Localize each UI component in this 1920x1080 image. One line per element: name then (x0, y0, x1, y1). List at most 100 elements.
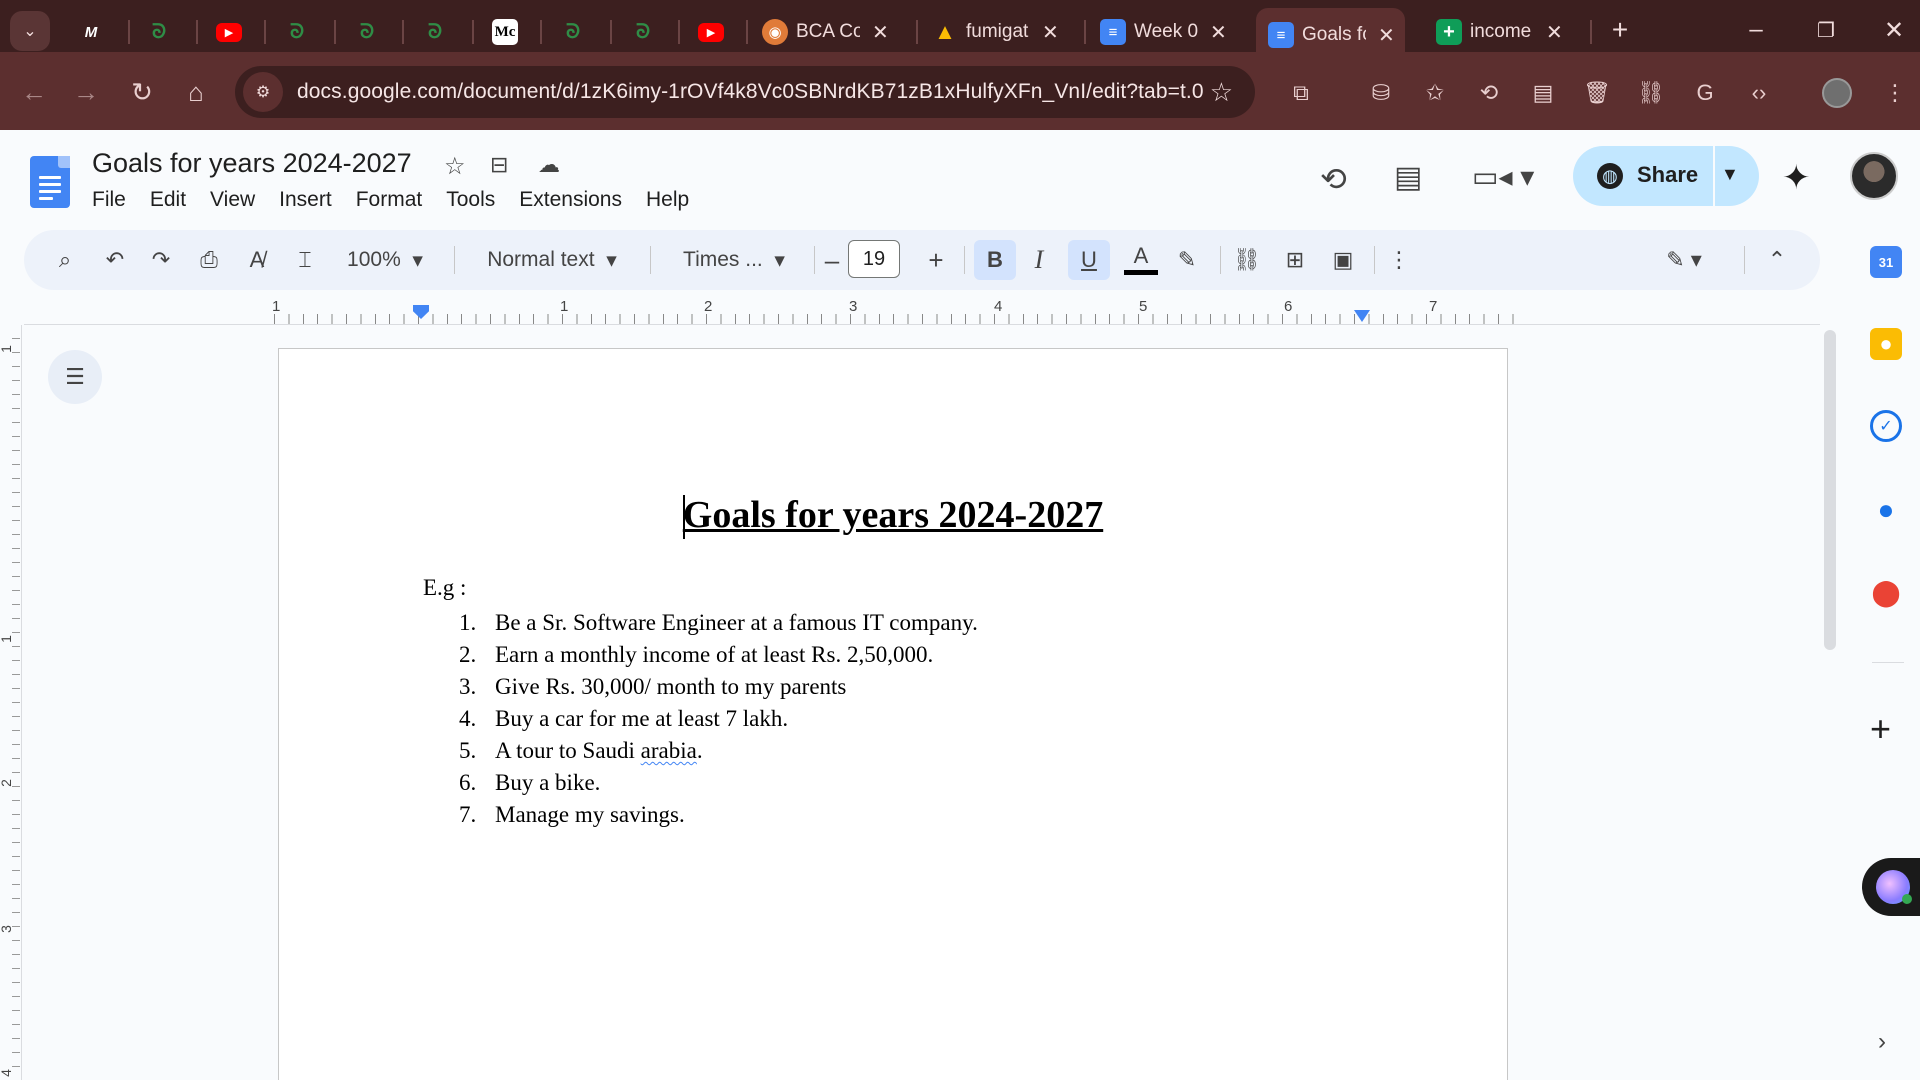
document-page[interactable]: Goals for years 2024-2027 E.g : 1. Be a S… (278, 348, 1508, 1080)
tab-drive[interactable]: ▲ fumigat ✕ (932, 10, 1059, 54)
style-select[interactable]: Normal text ▾ (470, 244, 634, 276)
highlight-color-icon[interactable]: ✎ (1168, 244, 1206, 276)
document-title[interactable]: Goals for years 2024-2027 (92, 148, 412, 179)
chevron-down-icon[interactable]: ▼ (1721, 164, 1739, 185)
star-icon[interactable]: ☆ (444, 152, 466, 181)
browser-profile-avatar[interactable] (1822, 78, 1852, 108)
history-icon[interactable]: ⟲ (1472, 76, 1506, 110)
extensions-icon[interactable]: ⧉ (1284, 76, 1318, 110)
docs-logo-icon[interactable] (30, 156, 70, 208)
close-icon[interactable]: ✕ (1546, 20, 1563, 45)
italic-button[interactable]: I (1020, 244, 1058, 276)
bookmarks-icon[interactable]: ✩ (1418, 76, 1452, 110)
assistant-fab[interactable] (1862, 858, 1920, 916)
list-item[interactable]: 4. Buy a car for me at least 7 lakh. (459, 703, 978, 735)
close-icon[interactable]: ✕ (1210, 20, 1227, 45)
hide-menus-chevron-up-icon[interactable]: ⌃ (1760, 244, 1794, 276)
meet-icon[interactable]: ▭◂ ▾ (1472, 160, 1534, 193)
forward-button[interactable]: → (66, 72, 106, 112)
close-icon[interactable]: ✕ (1042, 20, 1059, 45)
menu-file[interactable]: File (92, 188, 126, 212)
search-menus-icon[interactable]: ⌕ (48, 244, 82, 276)
site-info-icon[interactable]: ⚙ (243, 72, 283, 112)
tab-youtube[interactable]: ▶ (698, 10, 724, 54)
font-select[interactable]: Times ... ▾ (666, 244, 802, 276)
list-item[interactable]: 3. Give Rs. 30,000/ month to my parents (459, 671, 978, 703)
font-size-input[interactable]: 19 (848, 240, 900, 278)
editing-mode-icon[interactable]: ✎ ▾ (1654, 244, 1714, 276)
calendar-icon[interactable]: 31 (1870, 246, 1902, 278)
gemini-icon[interactable]: ✦ (1782, 158, 1811, 198)
close-icon[interactable]: ✕ (1378, 23, 1395, 48)
reload-button[interactable]: ↻ (122, 72, 162, 112)
tab-bca[interactable]: ◉ BCA Co ✕ (762, 10, 889, 54)
share-button[interactable]: ◍ Share ▼ (1573, 146, 1759, 206)
list-item[interactable]: 6. Buy a bike. (459, 767, 978, 799)
paint-format-icon[interactable]: ⌶ (288, 244, 322, 276)
home-button[interactable]: ⌂ (176, 72, 216, 112)
vertical-scrollbar[interactable] (1824, 330, 1836, 650)
tab-gfg[interactable]: ᘐ (354, 10, 380, 54)
spelling-error-word[interactable]: arabia (641, 738, 697, 763)
contacts-icon[interactable]: ● (1870, 494, 1902, 526)
reading-list-icon[interactable]: ▤ (1526, 76, 1560, 110)
more-options-icon[interactable]: ⋮ (1382, 244, 1416, 276)
bold-button[interactable]: B (974, 240, 1016, 280)
back-button[interactable]: ← (14, 72, 54, 112)
tab-search-button[interactable]: ⌄ (10, 11, 50, 51)
menu-edit[interactable]: Edit (150, 188, 186, 212)
chevron-right-icon[interactable]: › (1878, 1028, 1886, 1056)
browser-menu-icon[interactable]: ⋮ (1878, 76, 1912, 110)
document-outline-button[interactable]: ☰ (48, 350, 102, 404)
zoom-select[interactable]: 100% ▾ (340, 244, 430, 276)
close-icon[interactable]: ✕ (872, 20, 889, 45)
maps-icon[interactable]: ⬤ (1870, 576, 1902, 608)
insert-image-icon[interactable]: ▣ (1324, 244, 1362, 276)
tab-medium[interactable]: M (78, 10, 104, 54)
tab-week[interactable]: ≡ Week 0 ✕ (1100, 10, 1227, 54)
restore-button[interactable]: ❐ (1806, 12, 1846, 48)
list-item[interactable]: 7. Manage my savings. (459, 799, 978, 831)
add-comment-icon[interactable]: ⊞ (1276, 244, 1314, 276)
bookmark-star-icon[interactable]: ☆ (1210, 77, 1233, 108)
tasks-icon[interactable]: ✓ (1870, 410, 1902, 442)
tab-income[interactable]: + income ✕ (1436, 10, 1563, 54)
version-history-icon[interactable]: ⟲ (1320, 160, 1347, 198)
undo-icon[interactable]: ↶ (98, 244, 132, 276)
address-bar[interactable]: ⚙ docs.google.com/document/d/1zK6imy-1rO… (235, 66, 1255, 118)
cloud-status-icon[interactable]: ☁ (538, 152, 560, 178)
tab-mc[interactable]: Mc (492, 10, 518, 54)
translate-icon[interactable]: G (1688, 76, 1722, 110)
text-color-button[interactable]: A (1122, 240, 1160, 272)
insert-link-icon[interactable]: ⛓ (1228, 244, 1266, 276)
list-item[interactable]: 2. Earn a monthly income of at least Rs. … (459, 639, 978, 671)
menu-insert[interactable]: Insert (279, 188, 332, 212)
decrease-font-size-button[interactable]: – (816, 244, 848, 276)
menu-extensions[interactable]: Extensions (519, 188, 622, 212)
link-icon[interactable]: ⛓ (1634, 76, 1668, 110)
redo-icon[interactable]: ↷ (144, 244, 178, 276)
keep-icon[interactable]: ● (1870, 328, 1902, 360)
underline-button[interactable]: U (1068, 240, 1110, 280)
get-addons-plus-icon[interactable]: + (1870, 708, 1891, 750)
horizontal-ruler[interactable]: 1 1 2 3 4 5 6 7 (24, 295, 1820, 325)
tab-gfg[interactable]: ᘐ (146, 10, 172, 54)
intro-text[interactable]: E.g : (423, 575, 466, 601)
move-folder-icon[interactable]: ⊟ (490, 152, 508, 178)
list-item[interactable]: 1. Be a Sr. Software Engineer at a famous… (459, 607, 978, 639)
tab-gfg[interactable]: ᘐ (284, 10, 310, 54)
tab-youtube[interactable]: ▶ (216, 10, 242, 54)
tab-gfg[interactable]: ᘐ (560, 10, 586, 54)
incognito-icon[interactable]: ⛁ (1364, 76, 1398, 110)
list-item[interactable]: 5. A tour to Saudi arabia. (459, 735, 978, 767)
menu-format[interactable]: Format (356, 188, 423, 212)
vertical-ruler[interactable]: 1 1 2 3 4 (0, 325, 22, 1080)
print-icon[interactable]: ⎙ (192, 244, 226, 276)
new-tab-button[interactable]: + (1600, 12, 1640, 48)
tab-gfg[interactable]: ᘐ (630, 10, 656, 54)
user-avatar[interactable] (1850, 152, 1898, 200)
spellcheck-icon[interactable]: A̸ (240, 244, 274, 276)
tab-gfg[interactable]: ᘐ (422, 10, 448, 54)
menu-view[interactable]: View (210, 188, 255, 212)
close-window-button[interactable]: ✕ (1874, 12, 1914, 48)
